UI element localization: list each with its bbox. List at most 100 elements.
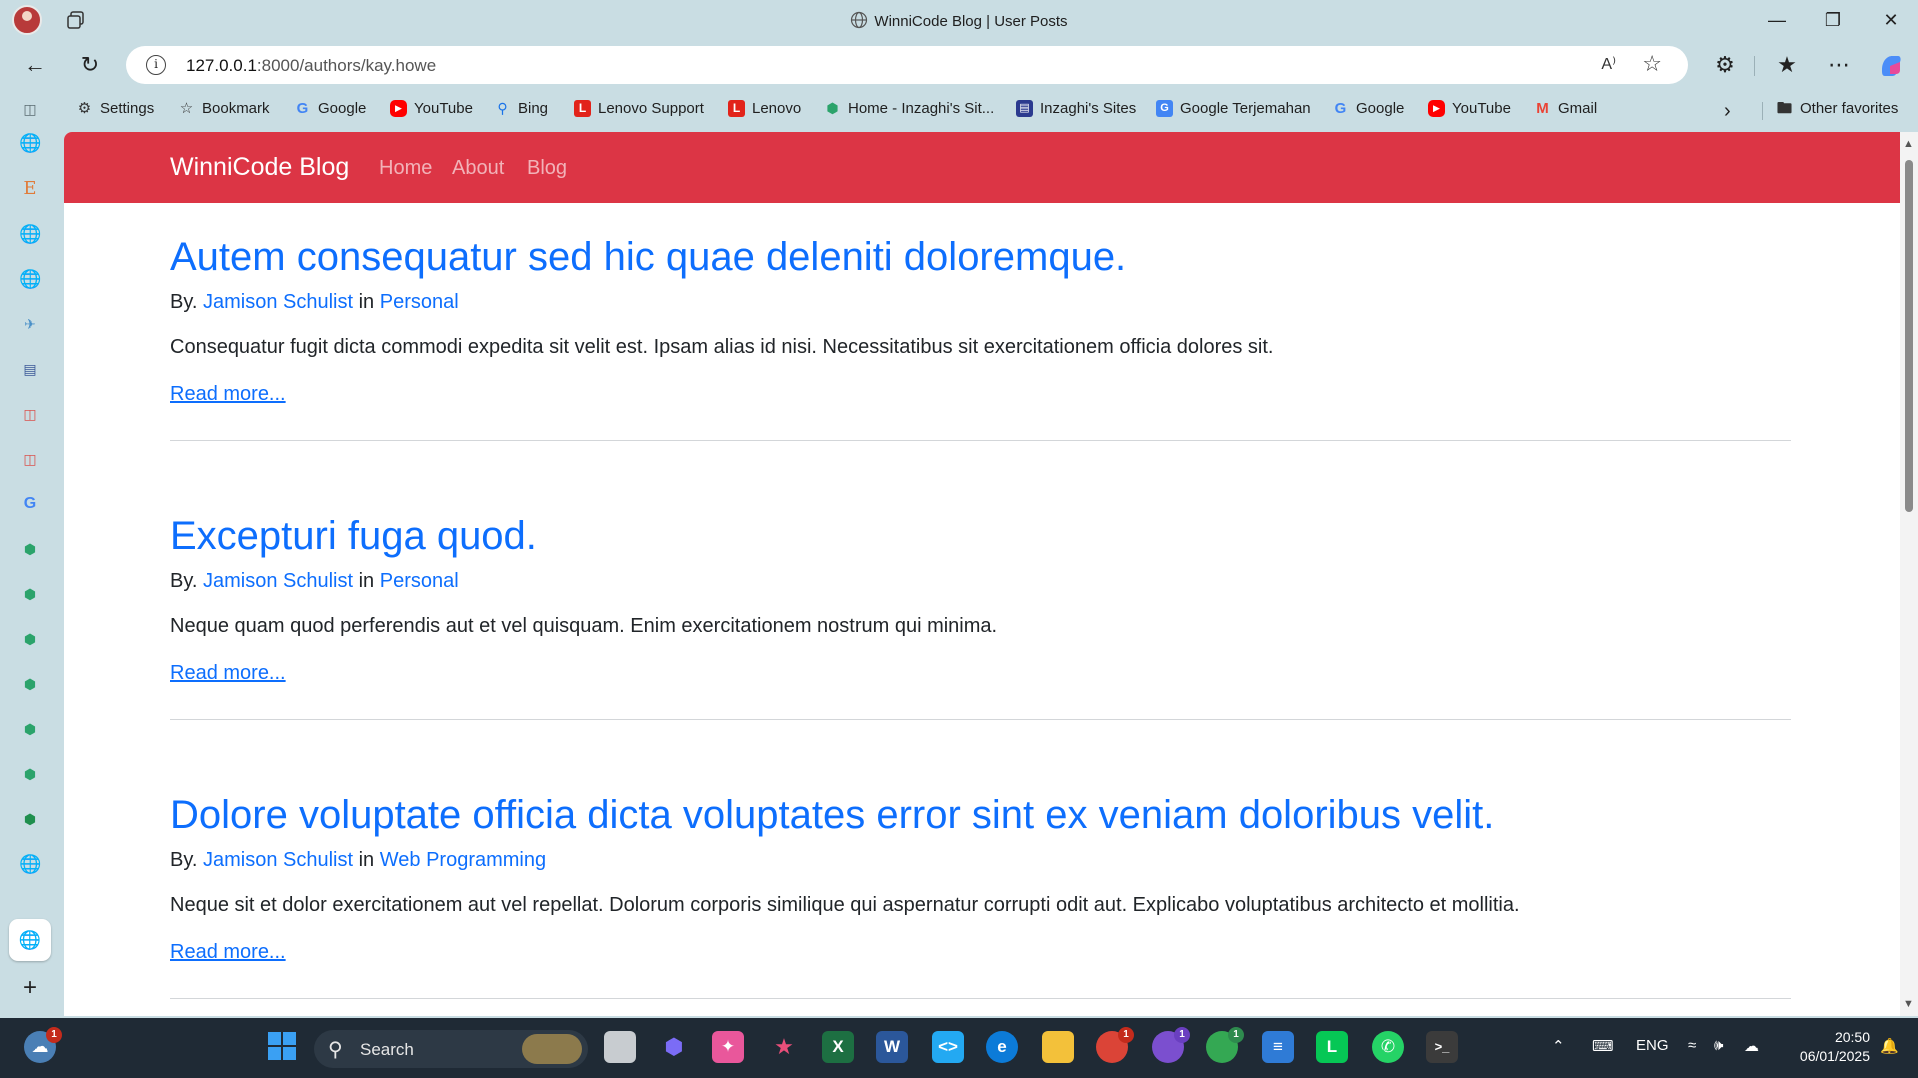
- read-more-link[interactable]: Read more...: [170, 941, 1791, 964]
- gear-icon: ⚙: [77, 100, 92, 117]
- post-title[interactable]: Autem consequatur sed hic quae deleniti …: [170, 233, 1791, 281]
- word-icon[interactable]: W: [876, 1031, 908, 1063]
- nav-about[interactable]: About: [452, 157, 504, 180]
- favorite-youtube-2[interactable]: ▶ YouTube: [1428, 100, 1511, 117]
- post-author-link[interactable]: Jamison Schulist: [203, 570, 353, 592]
- favorite-bing[interactable]: ⚲ Bing: [494, 100, 548, 117]
- tab-site-icon[interactable]: ⬢: [19, 673, 41, 695]
- tray-overflow-chevron-icon[interactable]: ⌃: [1552, 1037, 1565, 1055]
- favorite-google-2[interactable]: G Google: [1332, 100, 1405, 117]
- volume-icon[interactable]: 🕪: [1714, 1037, 1723, 1054]
- minimize-button[interactable]: —: [1762, 8, 1792, 32]
- tab-google-icon[interactable]: G: [19, 493, 41, 515]
- tab-globe-icon[interactable]: 🌐: [19, 223, 41, 245]
- system-clock[interactable]: 20:50 06/01/2025: [1786, 1028, 1870, 1066]
- tab-site-icon[interactable]: ⬢: [19, 583, 41, 605]
- in-word: in: [358, 570, 375, 592]
- chrome-profile-icon[interactable]: 1: [1152, 1027, 1190, 1063]
- refresh-icon[interactable]: ↻: [77, 52, 103, 78]
- post-author-link[interactable]: Jamison Schulist: [203, 849, 353, 871]
- chrome-profile-icon[interactable]: 1: [1206, 1027, 1244, 1063]
- taskbar-search[interactable]: ⚲ Search: [314, 1030, 588, 1068]
- back-arrow-icon[interactable]: ←: [22, 52, 48, 78]
- tab-globe-icon[interactable]: 🌐: [19, 268, 41, 290]
- chrome-badge: 1: [1174, 1027, 1190, 1043]
- site-brand[interactable]: WinniCode Blog: [170, 153, 349, 182]
- page-scrollbar[interactable]: ▲ ▼: [1900, 132, 1918, 1016]
- tab-site-icon[interactable]: ▤: [19, 358, 41, 380]
- tab-globe-icon[interactable]: 🌐: [19, 853, 41, 875]
- file-explorer-icon[interactable]: [1042, 1031, 1074, 1063]
- close-button[interactable]: ✕: [1876, 8, 1906, 32]
- excel-icon[interactable]: X: [822, 1031, 854, 1063]
- favorite-lenovo[interactable]: L Lenovo: [728, 100, 801, 117]
- site-info-icon[interactable]: i: [146, 55, 166, 75]
- vscode-icon[interactable]: <>: [932, 1031, 964, 1063]
- favorite-star-icon[interactable]: ☆: [1642, 51, 1662, 77]
- read-more-link[interactable]: Read more...: [170, 662, 1791, 685]
- nav-home[interactable]: Home: [379, 157, 432, 180]
- copilot-icon[interactable]: [1878, 52, 1904, 78]
- app-star-icon[interactable]: ★: [768, 1031, 800, 1063]
- post-category-link[interactable]: Web Programming: [380, 849, 546, 871]
- task-view-icon[interactable]: [604, 1031, 636, 1063]
- new-tab-plus-icon[interactable]: +: [19, 976, 41, 1000]
- read-more-link[interactable]: Read more...: [170, 383, 1791, 406]
- post-author-link[interactable]: Jamison Schulist: [203, 291, 353, 313]
- favorite-inzaghi-home[interactable]: ⬢ Home - Inzaghi's Sit...: [824, 100, 994, 117]
- favorites-overflow-chevron[interactable]: ›: [1724, 100, 1731, 123]
- weather-widget-icon[interactable]: ☁ 1: [24, 1027, 62, 1063]
- tab-site-icon[interactable]: ⬢: [19, 808, 41, 830]
- post-title[interactable]: Excepturi fuga quod.: [170, 512, 1791, 560]
- tab-globe-icon[interactable]: 🌐: [19, 132, 41, 154]
- start-windows-icon[interactable]: [266, 1031, 298, 1063]
- input-language[interactable]: ENG: [1636, 1037, 1669, 1054]
- tab-panel-toggle-icon[interactable]: ◫: [19, 98, 41, 120]
- battery-icon[interactable]: ☁: [1744, 1037, 1759, 1055]
- tab-pdf-icon[interactable]: ◫: [19, 403, 41, 425]
- favorite-youtube[interactable]: ▶ YouTube: [390, 100, 473, 117]
- app-hexagon-icon[interactable]: ⬢: [658, 1031, 690, 1063]
- other-favorites[interactable]: 🖿 Other favorites: [1776, 100, 1898, 117]
- post-category-link[interactable]: Personal: [380, 291, 459, 313]
- address-url[interactable]: 127.0.0.1:8000/authors/kay.howe: [186, 56, 436, 76]
- wifi-icon[interactable]: ≈: [1688, 1037, 1696, 1054]
- keyboard-icon[interactable]: ⌨: [1592, 1037, 1614, 1055]
- tab-image-icon[interactable]: ✈: [19, 313, 41, 335]
- notepad-icon[interactable]: ≡: [1262, 1031, 1294, 1063]
- tab-e-icon[interactable]: E: [19, 178, 41, 200]
- favorite-inzaghi-sites[interactable]: ▤ Inzaghi's Sites: [1016, 100, 1136, 117]
- extensions-icon[interactable]: ⚙: [1712, 52, 1738, 78]
- tab-site-icon[interactable]: ⬢: [19, 538, 41, 560]
- favorite-google[interactable]: G Google: [294, 100, 367, 117]
- favorite-google-terjemahan[interactable]: G Google Terjemahan: [1156, 100, 1311, 117]
- tab-site-icon[interactable]: ⬢: [19, 718, 41, 740]
- notification-bell-icon[interactable]: 🔔: [1880, 1037, 1899, 1055]
- post-title[interactable]: Dolore voluptate officia dicta voluptate…: [170, 791, 1791, 839]
- more-options-icon[interactable]: ⋯: [1826, 52, 1852, 78]
- post-category-link[interactable]: Personal: [380, 570, 459, 592]
- favorite-settings[interactable]: ⚙ Settings: [76, 100, 154, 117]
- restore-button[interactable]: ❐: [1818, 8, 1848, 32]
- read-aloud-icon[interactable]: A⁾: [1601, 54, 1616, 74]
- favorite-bookmark[interactable]: ☆ Bookmark: [178, 100, 270, 117]
- scroll-up-arrow-icon[interactable]: ▲: [1903, 138, 1914, 150]
- line-app-icon[interactable]: L: [1316, 1031, 1348, 1063]
- tab-active-globe-icon[interactable]: 🌐: [9, 919, 51, 961]
- terminal-icon[interactable]: >_: [1426, 1031, 1458, 1063]
- tab-pdf-icon[interactable]: ◫: [19, 448, 41, 470]
- address-bar[interactable]: i 127.0.0.1:8000/authors/kay.howe A⁾ ☆: [126, 46, 1688, 84]
- tab-site-icon[interactable]: ⬢: [19, 763, 41, 785]
- tab-site-icon[interactable]: ⬢: [19, 628, 41, 650]
- copilot-taskbar-icon[interactable]: ✦: [712, 1031, 744, 1063]
- favorite-lenovo-support[interactable]: L Lenovo Support: [574, 100, 704, 117]
- favorite-label: Bing: [518, 100, 549, 117]
- chrome-icon[interactable]: 1: [1096, 1027, 1134, 1063]
- favorites-icon[interactable]: ★: [1774, 52, 1800, 78]
- edge-browser-icon[interactable]: e: [986, 1031, 1018, 1063]
- scrollbar-thumb[interactable]: [1905, 160, 1913, 512]
- nav-blog[interactable]: Blog: [527, 157, 567, 180]
- whatsapp-icon[interactable]: ✆: [1372, 1031, 1404, 1063]
- scroll-down-arrow-icon[interactable]: ▼: [1903, 998, 1914, 1010]
- favorite-gmail[interactable]: M Gmail: [1534, 100, 1597, 117]
